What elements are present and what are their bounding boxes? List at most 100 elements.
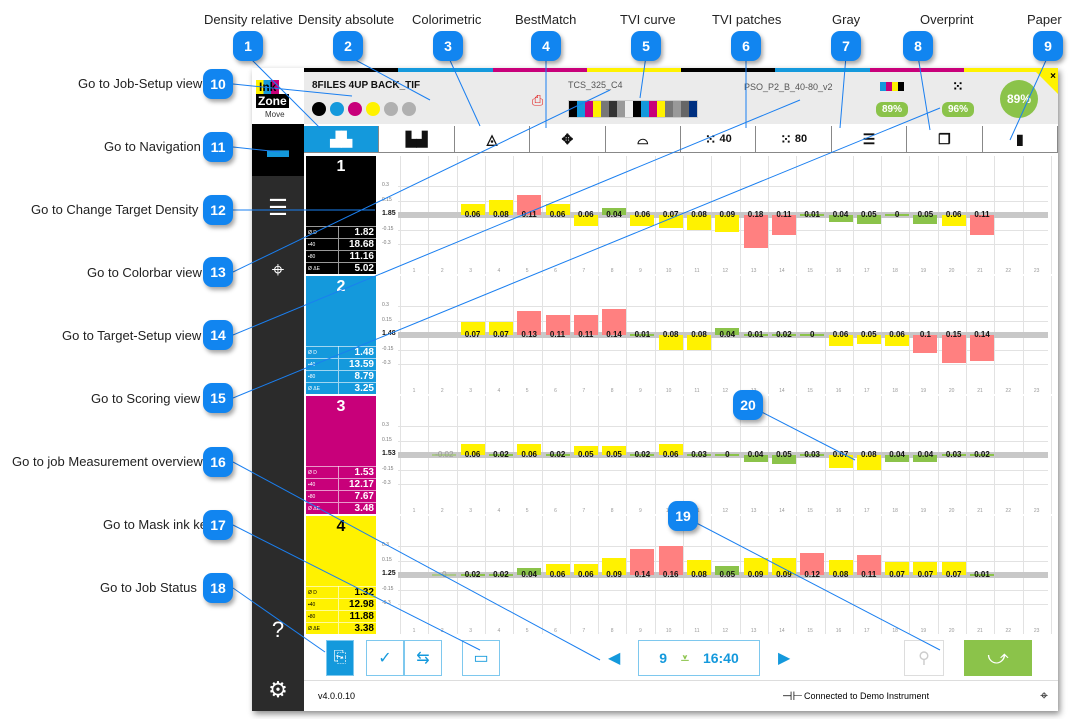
close-icon[interactable]: × [1050,71,1056,82]
settings-gears-icon[interactable]: ⚙ [252,664,304,711]
y-tick-label: -0.3 [382,600,391,606]
colorbar-strip[interactable] [568,100,698,118]
target-density[interactable]: 1.25 [382,570,396,577]
navigation-folder-icon[interactable]: ▬ [252,124,304,176]
tab-density-relative[interactable]: ▟▙ [304,126,380,152]
tvi-score[interactable]: 96% [942,102,975,117]
measure-color-control-button[interactable]: ⤻ [964,640,1032,676]
ink-swatch[interactable] [330,102,344,116]
deviation-value: 0.07 [917,570,934,579]
stat-row: Ø ΔE 5.02 [306,262,376,274]
target-density[interactable]: 1.53 [382,450,396,457]
stat-value: 13.59 [338,358,376,371]
deviation-value: 0.05 [861,330,877,339]
ink-swatch[interactable] [366,102,380,116]
callout-badge: 13 [203,257,233,287]
deviation-value: 0 [894,210,900,219]
deviation-value: 0.07 [464,330,481,339]
deviation-value: 0.02 [493,450,509,459]
paper-icon: ▮ [1016,130,1024,147]
tab-tvi-patches[interactable]: ⁙ 40 [681,126,757,152]
y-tick-label: 0.3 [382,422,389,428]
x-tick-label: 6 [554,388,557,394]
ink-swatch[interactable] [348,102,362,116]
job-transfer-button[interactable]: ⇆ [404,640,442,676]
deviation-value: 0.06 [464,210,481,219]
ink-key-summary[interactable]: 1 Ø D 1.82 ▪40 18.68 ▪80 11.16 Ø ΔE 5.02 [306,156,376,274]
stat-label: ▪80 [306,370,339,383]
tab-colorimetric[interactable]: ◬ [454,126,531,152]
x-tick-label: 7 [582,388,586,394]
job-setup-icon[interactable]: ⎙ [532,92,543,109]
x-tick-label: 2 [440,508,444,514]
deviation-bar[interactable] [941,335,966,363]
deviation-value: 0.09 [776,570,792,579]
x-tick-label: 4 [497,508,501,514]
target-setup-crosshair-icon[interactable]: ⌖ [252,244,304,296]
job-name[interactable]: 8FILES 4UP BACK_TIF [312,80,420,91]
target-density-database-icon[interactable]: ☰ [252,182,304,234]
job-header[interactable]: Ink Zone Move 8FILES 4UP BACK_TIF ⎙ TCS_… [252,71,1058,124]
deviation-bar[interactable] [743,215,768,249]
tab-gray[interactable]: ☰ [831,126,908,152]
stat-row: Ø D 1.48 [306,346,376,359]
colorbar-name[interactable]: TCS_325_C4 [568,80,623,90]
job-status-button[interactable]: ⎘ [326,640,354,676]
ink-swatch[interactable] [384,102,398,116]
stat-label: Ø ΔE [306,382,339,394]
job-ok-button[interactable]: ✓ [366,640,404,676]
colorbar-patch [657,101,665,117]
deviation-value: 0.04 [889,450,905,459]
colorbar-patch [641,101,649,117]
deviation-value: -0.02 [435,450,454,459]
cmyk-score[interactable]: 89% [876,102,909,117]
tab-overprint[interactable]: ❐ [907,126,983,152]
deviation-value: 0.15 [945,330,962,339]
target-density[interactable]: 1.85 [382,210,396,217]
stat-label: ▪40 [306,358,339,371]
patch-measure-button[interactable]: ⚲ [904,640,944,676]
callout-label: Go to Job-Setup view [78,76,203,91]
ink-key-summary[interactable]: 2 Ø D 1.48 ▪40 13.59 ▪80 8.79 Ø ΔE 3.25 [306,276,376,394]
mask-ink-key-button[interactable]: ▭ [462,640,500,676]
ink-key-summary[interactable]: 4 Ø D 1.32 ▪40 12.98 ▪80 11.88 Ø ΔE 3.38 [306,516,376,634]
cmyk-score-icon [880,82,904,91]
ink-key-row: 1 Ø D 1.82 ▪40 18.68 ▪80 11.16 Ø ΔE 5.02 0.3 0.15 -… [304,156,1058,274]
tab-tvi-patches[interactable]: ⁙ 80 [756,126,832,152]
x-tick-label: 13 [750,508,757,514]
target-density[interactable]: 1.48 [382,330,396,337]
callout-badge: 8 [903,31,933,61]
deviation-value: 0.06 [464,450,481,459]
callout-badge: 19 [668,501,698,531]
previous-measurement-button[interactable]: ◀ [608,648,620,668]
help-icon[interactable]: ? [252,604,304,656]
x-tick-label: 2 [440,268,444,274]
tab-bestmatch[interactable]: ✥ [530,126,606,152]
ink-key-summary[interactable]: 3 Ø D 1.53 ▪40 12.17 ▪80 7.67 Ø ΔE 3.48 [306,396,376,514]
colorbar-patch [649,101,657,117]
tab-tvi-curve[interactable]: ⌓ [605,126,682,152]
x-tick-label: 1 [412,388,416,394]
ink-set[interactable] [312,102,416,116]
ink-swatch[interactable] [312,102,326,116]
target-name[interactable]: PSO_P2_B_40-80_v2 [744,82,833,92]
ink-swatch[interactable] [402,102,416,116]
deviation-value: 0.13 [521,330,537,339]
x-tick-label: 7 [582,268,586,274]
tab-paper[interactable]: ▮ [982,126,1058,152]
x-tick-label: 20 [948,268,955,274]
target-crosshair-icon[interactable]: ⌖ [1040,687,1048,704]
colorimetric-icon: ◬ [486,130,498,147]
total-score[interactable]: 89% [1000,80,1038,118]
next-measurement-button[interactable]: ▶ [778,648,790,668]
x-tick-label: 15 [807,268,813,274]
tab-density-absolute[interactable]: ▙▟ [379,126,455,152]
callout-badge: 5 [631,31,661,61]
x-tick-label: 9 [639,508,642,514]
x-tick-label: 21 [977,388,983,394]
deviation-value: 0.03 [691,450,707,459]
measurement-overview-button[interactable]: 9 ⩡ 16:40 [638,640,760,676]
ink-key-stats: Ø D 1.32 ▪40 12.98 ▪80 11.88 Ø ΔE 3.38 [306,586,376,634]
tvi-score-icon: ⁙ [952,78,964,94]
x-tick-label: 12 [722,388,729,394]
